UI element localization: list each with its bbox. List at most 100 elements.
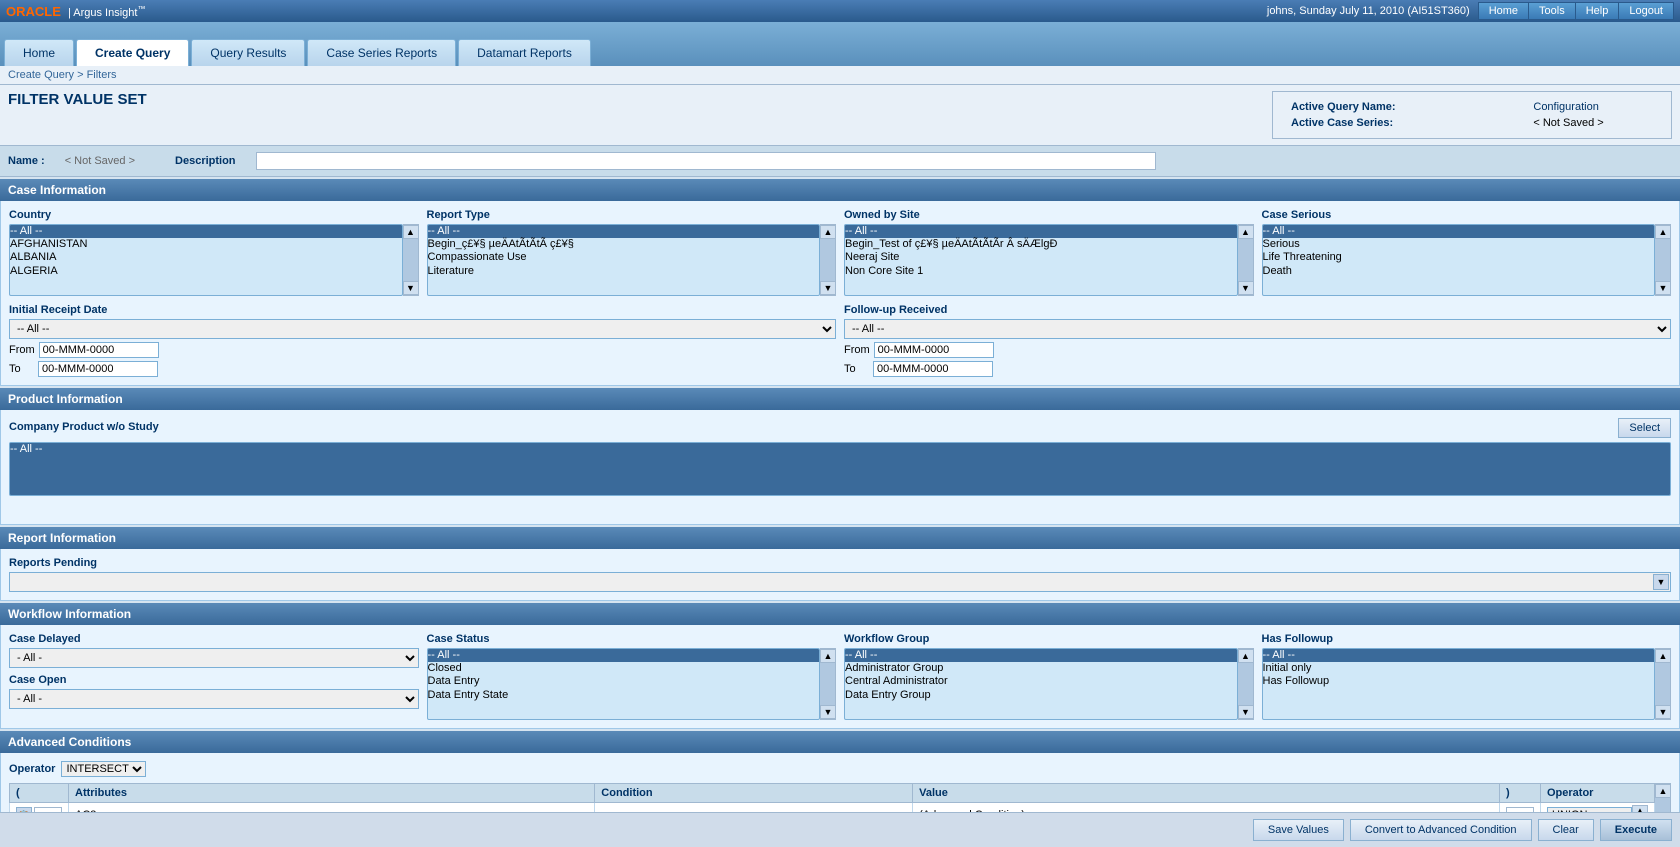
tools-nav-link[interactable]: Tools [1529,2,1576,20]
case-serious-scroll-down[interactable]: ▼ [1655,281,1671,295]
initial-receipt-dropdown[interactable]: -- All -- [9,319,836,339]
case-information-content: Country -- All -- AFGHANISTAN ALBANIA AL… [0,201,1680,386]
help-nav-link[interactable]: Help [1576,2,1620,20]
company-product-listbox[interactable]: -- All -- [9,442,1671,496]
report-type-label: Report Type [427,209,837,221]
report-type-scroll-up[interactable]: ▲ [820,225,836,239]
case-status-scroll-up[interactable]: ▲ [820,649,836,663]
workflow-information-header: Workflow Information [0,603,1680,625]
owned-site-scroll-up[interactable]: ▲ [1238,225,1254,239]
tab-create-query[interactable]: Create Query [76,39,189,66]
followup-from-input[interactable] [874,342,994,358]
workflow-group-listbox[interactable]: -- All -- Administrator Group Central Ad… [844,648,1238,720]
page-header: FILTER VALUE SET Active Query Name: Conf… [0,85,1680,146]
case-status-listbox[interactable]: -- All -- Closed Data Entry Data Entry S… [427,648,821,720]
owned-by-site-listbox[interactable]: -- All -- Begin_Test of ç£¥§ µeÄAtÃtÃtÃr… [844,224,1238,296]
name-label: Name : [8,155,45,167]
case-delayed-col: Case Delayed - All - Case Open - All - [9,633,419,720]
config-value: < Not Saved > [1529,116,1657,130]
company-product-select-button[interactable]: Select [1618,418,1671,438]
report-type-scroll-down[interactable]: ▼ [820,281,836,295]
has-followup-label: Has Followup [1262,633,1672,645]
product-logo: | Argus Insight™ [68,7,146,19]
followup-dropdown[interactable]: -- All -- [844,319,1671,339]
query-info-box: Active Query Name: Configuration Active … [1272,91,1672,139]
initial-to-label: To [9,363,34,375]
oracle-logo: ORACLE [6,4,61,19]
owned-site-scroll-down[interactable]: ▼ [1238,281,1254,295]
report-information-header: Report Information [0,527,1680,549]
col-attributes: Attributes [69,784,595,803]
owned-by-site-label: Owned by Site [844,209,1254,221]
execute-button[interactable]: Execute [1600,819,1672,841]
country-scroll-up[interactable]: ▲ [403,225,419,239]
workflow-information-content: Case Delayed - All - Case Open - All - C… [0,625,1680,729]
tab-datamart-reports[interactable]: Datamart Reports [458,39,591,66]
description-input[interactable] [256,152,1156,170]
workflow-group-scroll-up[interactable]: ▲ [1238,649,1254,663]
adv-table-scroll-up[interactable]: ▲ [1655,784,1671,798]
convert-button[interactable]: Convert to Advanced Condition [1350,819,1532,841]
report-information-content: Reports Pending ▼ [0,549,1680,601]
col-value: Value [913,784,1500,803]
owned-by-site-col: Owned by Site -- All -- Begin_Test of ç£… [844,209,1254,296]
case-delayed-label: Case Delayed [9,633,419,645]
report-type-col: Report Type -- All -- Begin_ç£¥§ µeÄAtÃt… [427,209,837,296]
initial-to-input[interactable]: 00-MMM-0000 [38,361,158,377]
case-serious-scroll-up[interactable]: ▲ [1655,225,1671,239]
workflow-group-col: Workflow Group -- All -- Administrator G… [844,633,1254,720]
initial-receipt-label: Initial Receipt Date [9,304,836,316]
case-serious-listbox[interactable]: -- All -- Serious Life Threatening Death [1262,224,1656,296]
col-paren-close: ) [1500,784,1541,803]
followup-col: Follow-up Received -- All -- From To [844,304,1671,377]
case-status-scroll-down[interactable]: ▼ [820,705,836,719]
name-desc-row: Name : < Not Saved > Description [0,146,1680,177]
name-value: < Not Saved > [65,155,135,167]
country-listbox[interactable]: -- All -- AFGHANISTAN ALBANIA ALGERIA [9,224,403,296]
desc-label: Description [175,155,236,167]
initial-from-input[interactable]: 00-MMM-0000 [39,342,159,358]
active-query-label: Active Query Name: [1287,100,1470,114]
has-followup-scroll-up[interactable]: ▲ [1655,649,1671,663]
product-information-content: Company Product w/o Study Select -- All … [0,410,1680,525]
user-info: johns, Sunday July 11, 2010 (AI51ST360) [1267,5,1470,17]
followup-from-label: From [844,344,870,356]
active-query-value [1472,100,1485,114]
tab-case-series-reports[interactable]: Case Series Reports [307,39,456,66]
case-status-col: Case Status -- All -- Closed Data Entry … [427,633,837,720]
followup-label: Follow-up Received [844,304,1671,316]
main-nav: Home Create Query Query Results Case Ser… [0,22,1680,66]
report-type-listbox[interactable]: -- All -- Begin_ç£¥§ µeÄAtÃtÃtÃ ç£¥§ Com… [427,224,821,296]
logout-nav-link[interactable]: Logout [1619,2,1674,20]
operator-select[interactable]: INTERSECT UNION MINUS [61,761,146,777]
col-operator: Operator [1541,784,1655,803]
case-delayed-dropdown[interactable]: - All - [9,648,419,668]
home-nav-link[interactable]: Home [1478,2,1529,20]
operator-label: Operator [9,763,55,775]
logo: ORACLE | Argus Insight™ [6,4,145,19]
workflow-group-label: Workflow Group [844,633,1254,645]
col-condition: Condition [595,784,913,803]
initial-receipt-date-col: Initial Receipt Date -- All -- From 00-M… [9,304,836,377]
case-status-label: Case Status [427,633,837,645]
tab-home[interactable]: Home [4,39,74,66]
company-product-label: Company Product w/o Study [9,421,159,433]
workflow-group-scroll-down[interactable]: ▼ [1238,705,1254,719]
followup-to-input[interactable] [873,361,993,377]
case-open-label: Case Open [9,674,419,686]
has-followup-scroll-down[interactable]: ▼ [1655,705,1671,719]
active-case-value [1472,116,1485,130]
has-followup-listbox[interactable]: -- All -- Initial only Has Followup [1262,648,1656,720]
active-case-label: Active Case Series: [1287,116,1470,130]
advanced-conditions-header: Advanced Conditions [0,731,1680,753]
case-open-dropdown[interactable]: - All - [9,689,419,709]
clear-button[interactable]: Clear [1538,819,1594,841]
country-scroll-down[interactable]: ▼ [403,281,419,295]
reports-pending-dropdown[interactable] [9,572,1671,592]
initial-from-label: From [9,344,35,356]
case-serious-col: Case Serious -- All -- Serious Life Thre… [1262,209,1672,296]
save-values-button[interactable]: Save Values [1253,819,1344,841]
tab-query-results[interactable]: Query Results [191,39,305,66]
country-col: Country -- All -- AFGHANISTAN ALBANIA AL… [9,209,419,296]
product-information-header: Product Information [0,388,1680,410]
